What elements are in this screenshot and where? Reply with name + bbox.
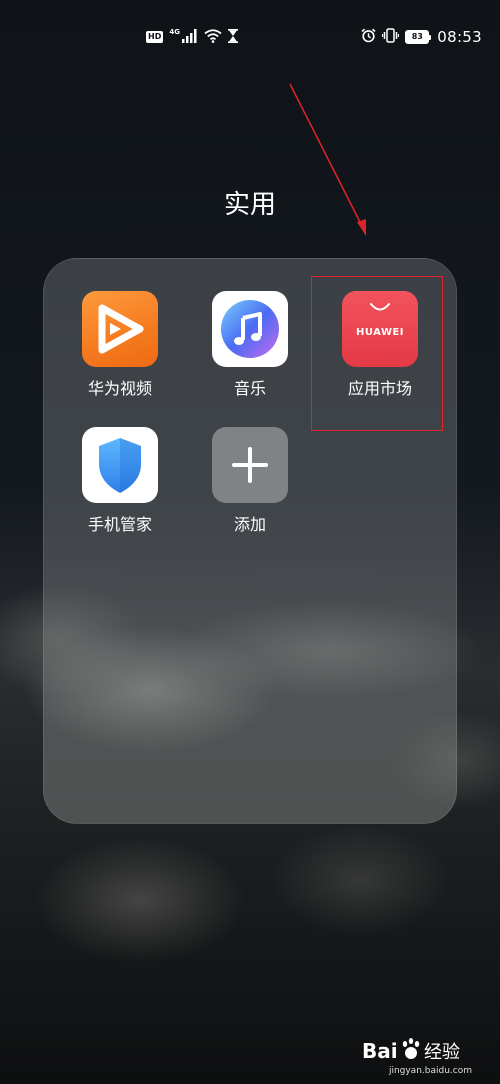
- app-music[interactable]: 音乐: [190, 291, 310, 411]
- app-phone-manager[interactable]: 手机管家: [60, 427, 180, 547]
- svg-text:经验: 经验: [424, 1042, 460, 1063]
- svg-text:Bai: Bai: [362, 1039, 398, 1063]
- app-add[interactable]: 添加: [190, 427, 310, 547]
- app-label: 手机管家: [87, 515, 152, 534]
- music-icon: [212, 291, 288, 367]
- app-label: 添加: [233, 515, 266, 534]
- baidu-jingyan-logo: Bai 经验: [362, 1034, 472, 1070]
- watermark: Bai 经验 jingyan.baidu.com: [362, 1034, 472, 1078]
- add-icon: [212, 427, 288, 503]
- app-label: 华为视频: [87, 379, 152, 398]
- annotation-arrow: [289, 83, 366, 236]
- app-huawei-video[interactable]: 华为视频: [60, 291, 180, 411]
- highlight-box: [311, 276, 443, 431]
- watermark-url: jingyan.baidu.com: [388, 1066, 472, 1076]
- app-label: 音乐: [233, 379, 266, 398]
- phone-manager-icon: [82, 427, 158, 503]
- huawei-video-icon: [82, 291, 158, 367]
